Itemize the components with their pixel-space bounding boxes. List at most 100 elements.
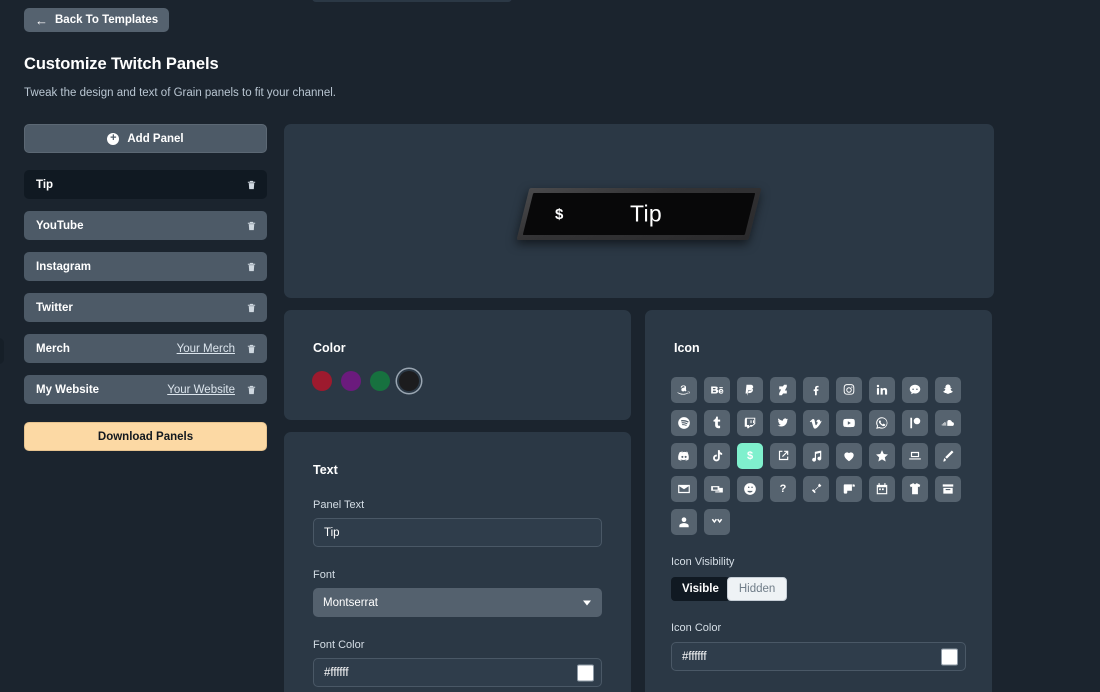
font-value: Montserrat — [323, 596, 378, 609]
icon-picker-grid: $? — [671, 377, 968, 542]
person-icon[interactable] — [671, 509, 697, 535]
panel-sidebar: + Add Panel Tip YouTube Instagram Twitter Me… — [24, 124, 267, 451]
tiktok-icon[interactable] — [704, 443, 730, 469]
smiley-icon[interactable] — [737, 476, 763, 502]
panel-item-name: My Website — [36, 383, 100, 396]
color-swatch-row — [312, 371, 419, 391]
spotify-icon[interactable] — [671, 410, 697, 436]
panel-item-name: Tip — [36, 178, 54, 191]
font-color-label: Font Color — [313, 639, 365, 651]
font-label: Font — [313, 569, 336, 581]
hammer-icon[interactable] — [803, 476, 829, 502]
trash-icon[interactable] — [245, 342, 258, 356]
color-swatch-purple[interactable] — [341, 371, 361, 391]
edge-handle — [0, 338, 4, 364]
icon-visibility-hidden-button[interactable]: Hidden — [726, 577, 788, 601]
twitter-icon[interactable] — [770, 410, 796, 436]
back-to-templates-label: Back To Templates — [55, 14, 159, 26]
add-panel-button[interactable]: + Add Panel — [24, 124, 267, 153]
music-note-icon[interactable] — [803, 443, 829, 469]
snapchat-icon[interactable] — [935, 377, 961, 403]
tshirt-icon[interactable] — [902, 476, 928, 502]
youtube-icon[interactable] — [836, 410, 862, 436]
donate-icon[interactable] — [704, 476, 730, 502]
color-section-title: Color — [313, 341, 346, 355]
text-card: Text Panel Text Tip Font Montserrat Font… — [284, 432, 631, 692]
icon-color-value: #ffffff — [682, 650, 707, 663]
archive-icon[interactable] — [935, 476, 961, 502]
panel-list-item[interactable]: Instagram — [24, 252, 267, 281]
color-card: Color — [284, 310, 631, 420]
paintbrush-icon[interactable] — [935, 443, 961, 469]
download-panels-button[interactable]: Download Panels — [24, 422, 267, 451]
heart-icon[interactable] — [836, 443, 862, 469]
discord-icon[interactable] — [671, 443, 697, 469]
deviantart-icon[interactable] — [770, 377, 796, 403]
panel-preview: $ Tip — [284, 124, 994, 298]
envelope-icon[interactable] — [671, 476, 697, 502]
linkedin-icon[interactable] — [869, 377, 895, 403]
soundcloud-icon[interactable] — [935, 410, 961, 436]
paypal-icon[interactable] — [737, 377, 763, 403]
back-to-templates-button[interactable]: ← Back To Templates — [24, 8, 170, 32]
trash-icon[interactable] — [245, 383, 258, 397]
font-color-value: #ffffff — [324, 666, 349, 679]
patreon-icon[interactable] — [902, 410, 928, 436]
font-color-input[interactable]: #ffffff — [313, 658, 602, 687]
chevron-down-icon — [583, 600, 591, 605]
panel-text-input[interactable]: Tip — [313, 518, 602, 547]
icon-color-label: Icon Color — [671, 622, 722, 634]
color-swatch-crimson[interactable] — [312, 371, 332, 391]
text-section-title: Text — [313, 463, 338, 477]
panel-text-value: Tip — [324, 526, 340, 539]
page-subtitle: Tweak the design and text of Grain panel… — [24, 87, 336, 99]
facebook-icon[interactable] — [803, 377, 829, 403]
color-swatch-black[interactable] — [399, 371, 419, 391]
question-mark-icon[interactable]: ? — [770, 476, 796, 502]
panel-item-name: Merch — [36, 342, 70, 355]
arrow-left-icon: ← — [35, 12, 48, 28]
trash-icon[interactable] — [245, 301, 258, 315]
reddit-icon[interactable] — [902, 377, 928, 403]
external-link-icon[interactable] — [770, 443, 796, 469]
behance-icon[interactable] — [704, 377, 730, 403]
panel-list-item[interactable]: Merch Your Merch — [24, 334, 267, 363]
icon-visibility-visible-button[interactable]: Visible — [671, 577, 730, 601]
panel-item-link[interactable]: Your Website — [167, 384, 235, 396]
chevron-double-icon[interactable] — [704, 509, 730, 535]
panel-list-item[interactable]: Twitter — [24, 293, 267, 322]
tumblr-icon[interactable] — [704, 410, 730, 436]
trash-icon[interactable] — [245, 178, 258, 192]
trash-icon[interactable] — [245, 219, 258, 233]
color-swatch-green[interactable] — [370, 371, 390, 391]
page-root: ← Back To Templates Customize Twitch Pan… — [0, 0, 1100, 692]
panel-list-item[interactable]: My Website Your Website — [24, 375, 267, 404]
amazon-icon[interactable] — [671, 377, 697, 403]
instagram-icon[interactable] — [836, 377, 862, 403]
scrolled-card-sliver — [312, 0, 512, 2]
twitch-icon[interactable] — [737, 410, 763, 436]
laptop-icon[interactable] — [902, 443, 928, 469]
whatsapp-icon[interactable] — [869, 410, 895, 436]
icon-visibility-toggle: Visible Hidden — [671, 577, 788, 601]
dollar-icon[interactable]: $ — [737, 443, 763, 469]
preview-text: Tip — [630, 200, 662, 227]
font-color-swatch[interactable] — [577, 664, 594, 681]
trash-icon[interactable] — [245, 260, 258, 274]
scroll-icon[interactable] — [836, 476, 862, 502]
icon-section-title: Icon — [674, 341, 700, 355]
icon-visibility-label: Icon Visibility — [671, 556, 735, 568]
panel-item-link[interactable]: Your Merch — [177, 343, 235, 355]
icon-color-input[interactable]: #ffffff — [671, 642, 966, 671]
vimeo-icon[interactable] — [803, 410, 829, 436]
page-title: Customize Twitch Panels — [24, 55, 219, 73]
panel-list-item[interactable]: YouTube — [24, 211, 267, 240]
font-select[interactable]: Montserrat — [313, 588, 602, 617]
panel-list-item[interactable]: Tip — [24, 170, 267, 199]
panel-list: Tip YouTube Instagram Twitter Merch Your Merc… — [24, 170, 267, 404]
panel-item-name: Twitter — [36, 301, 73, 314]
icon-color-swatch[interactable] — [941, 648, 958, 665]
add-panel-label: Add Panel — [127, 132, 184, 145]
calendar-icon[interactable] — [869, 476, 895, 502]
star-icon[interactable] — [869, 443, 895, 469]
